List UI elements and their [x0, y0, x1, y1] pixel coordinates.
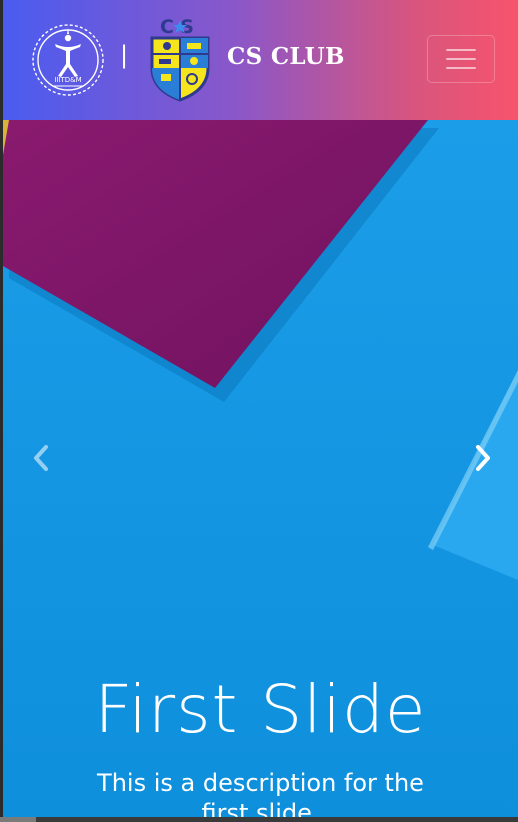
hamburger-menu-icon: [446, 49, 476, 69]
menu-toggle-button[interactable]: [427, 35, 495, 83]
slide-title: First Slide: [94, 671, 427, 748]
chevron-left-icon: [34, 445, 48, 471]
image-carousel: First Slide This is a description for th…: [3, 120, 518, 822]
page: IIITD&M | CS CS CLUB: [0, 0, 518, 822]
logo-separator: |: [120, 41, 129, 69]
club-logo[interactable]: CS: [147, 16, 213, 102]
scrollbar-thumb[interactable]: [0, 817, 36, 822]
carousel-next-button[interactable]: [448, 420, 518, 496]
institute-logo-text: IIITD&M: [54, 76, 81, 84]
institute-logo[interactable]: IIITD&M: [28, 20, 108, 100]
club-name[interactable]: CS CLUB: [227, 43, 345, 70]
navbar: IIITD&M | CS CS CLUB: [3, 0, 518, 120]
horizontal-scrollbar[interactable]: [0, 817, 518, 822]
carousel-prev-button[interactable]: [6, 420, 76, 496]
window-edge: [0, 0, 3, 822]
slide-caption: First Slide This is a description for th…: [3, 668, 518, 822]
chevron-right-icon: [476, 445, 490, 471]
slide-description: This is a description for the first slid…: [97, 769, 424, 822]
